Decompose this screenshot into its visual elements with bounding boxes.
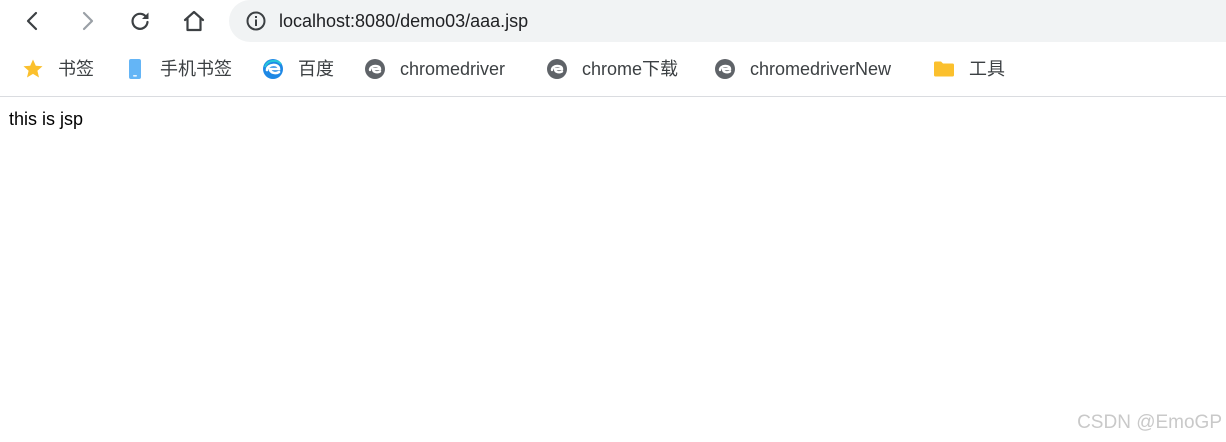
- bookmark-shuqian[interactable]: 书签: [22, 48, 94, 90]
- bookmark-folder-tools[interactable]: 工具: [933, 48, 1005, 90]
- bookmark-label: 百度: [298, 59, 334, 79]
- reload-button[interactable]: [122, 3, 158, 39]
- bookmark-label: 书签: [58, 59, 94, 79]
- phone-icon: [124, 58, 146, 80]
- site-icon: [364, 58, 386, 80]
- browser-toolbar: localhost:8080/demo03/aaa.jsp: [0, 0, 1226, 42]
- folder-icon: [933, 58, 955, 80]
- watermark: CSDN @EmoGP: [1077, 412, 1222, 433]
- bookmarks-bar: 书签 手机书签 百度 chromedriver chrome下载 chromed…: [0, 48, 1226, 90]
- bookmark-label: chromedriverNew: [750, 59, 892, 79]
- edge-icon: [262, 58, 284, 80]
- back-button[interactable]: [15, 3, 51, 39]
- forward-button[interactable]: [69, 3, 105, 39]
- chevron-right-icon: [82, 11, 94, 31]
- toolbar-divider: [0, 96, 1226, 97]
- site-icon: [546, 58, 568, 80]
- browser-window: localhost:8080/demo03/aaa.jsp 书签 手机书签 百度…: [0, 0, 1226, 442]
- bookmark-chrome-download[interactable]: chrome下载: [546, 48, 678, 90]
- bookmark-label: 工具: [969, 59, 1005, 79]
- star-icon: [22, 58, 44, 80]
- bookmark-chromedrivernew[interactable]: chromedriverNew: [714, 48, 891, 90]
- bookmark-label: chromedriver: [400, 59, 506, 79]
- reload-icon: [131, 12, 149, 30]
- bookmark-label: chrome下载: [582, 59, 679, 79]
- home-button[interactable]: [176, 3, 212, 39]
- bookmark-label: 手机书签: [160, 59, 232, 79]
- address-bar[interactable]: localhost:8080/demo03/aaa.jsp: [229, 0, 1226, 42]
- bookmark-mobile[interactable]: 手机书签: [124, 48, 232, 90]
- site-icon: [714, 58, 736, 80]
- chevron-left-icon: [26, 11, 38, 31]
- address-url[interactable]: localhost:8080/demo03/aaa.jsp: [279, 10, 528, 32]
- home-icon: [183, 10, 205, 32]
- page-body-text: this is jsp: [9, 109, 84, 129]
- bookmark-chromedriver[interactable]: chromedriver: [364, 48, 505, 90]
- info-icon[interactable]: [245, 10, 267, 32]
- bookmark-baidu[interactable]: 百度: [262, 48, 334, 90]
